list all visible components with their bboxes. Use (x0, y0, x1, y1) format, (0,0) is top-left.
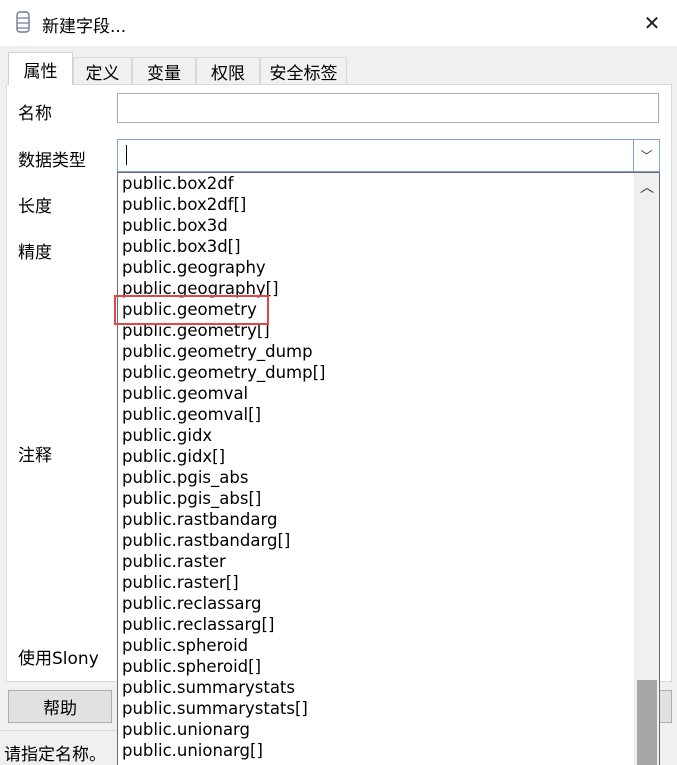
tab-privileges[interactable]: 权限 (196, 57, 260, 84)
list-item[interactable]: public.box2df[] (122, 194, 325, 215)
chevron-up-icon: ︿ (640, 180, 654, 196)
list-item[interactable]: public.gidx[] (122, 446, 325, 467)
tab-properties[interactable]: 属性 (8, 52, 73, 85)
list-item[interactable]: public.gidx (122, 425, 325, 446)
name-input[interactable] (117, 93, 659, 123)
list-item[interactable]: public.rastbandarg[] (122, 530, 325, 551)
list-item[interactable]: public.geomval (122, 383, 325, 404)
slony-label: 使用Slony (18, 649, 99, 669)
list-item[interactable]: public.raster[] (122, 572, 325, 593)
length-label: 长度 (18, 197, 52, 217)
highlight-box (114, 295, 269, 325)
list-item[interactable]: public.geometry_dump[] (122, 362, 325, 383)
tab-label: 变量 (147, 63, 181, 84)
list-item[interactable]: public.spheroid (122, 635, 325, 656)
list-item[interactable]: public.reclassarg (122, 593, 325, 614)
list-item[interactable]: public.spheroid[] (122, 656, 325, 677)
title-bar: 新建字段... ✕ (0, 0, 677, 46)
database-icon (16, 11, 30, 33)
list-item[interactable]: public.unionarg (122, 719, 325, 740)
chevron-down-icon: ﹀ (640, 149, 653, 163)
precision-label: 精度 (18, 243, 52, 263)
datatype-label: 数据类型 (18, 151, 86, 171)
comment-label: 注释 (18, 446, 52, 466)
tab-label: 定义 (85, 63, 120, 84)
tab-label: 属性 (23, 61, 58, 82)
dropdown-items: public.box2df public.box2df[] public.box3d… (122, 173, 325, 761)
tab-definition[interactable]: 定义 (73, 57, 132, 84)
tab-variables[interactable]: 变量 (132, 57, 196, 84)
list-item[interactable]: public.raster (122, 551, 325, 572)
status-divider (0, 730, 117, 731)
list-item[interactable]: public.summarystats (122, 677, 325, 698)
scrollbar[interactable]: ︿ (634, 173, 659, 765)
tab-label: 权限 (211, 63, 245, 84)
list-item[interactable]: public.rastbandarg (122, 509, 325, 530)
close-icon[interactable]: ✕ (644, 11, 661, 35)
list-item[interactable]: public.unionarg[] (122, 740, 325, 761)
list-item[interactable]: public.pgis_abs (122, 467, 325, 488)
list-item[interactable]: public.box2df (122, 173, 325, 194)
tab-label: 安全标签 (269, 63, 338, 84)
list-item[interactable]: public.geometry_dump (122, 341, 325, 362)
list-item[interactable]: public.geomval[] (122, 404, 325, 425)
list-item[interactable]: public.box3d[] (122, 236, 325, 257)
text-cursor (126, 145, 127, 165)
datatype-dropdown-list[interactable]: public.box2df public.box2df[] public.box3d… (117, 172, 660, 765)
name-label: 名称 (18, 104, 52, 124)
status-text: 请指定名称。 (4, 745, 106, 765)
list-item[interactable]: public.summarystats[] (122, 698, 325, 719)
list-item[interactable]: public.reclassarg[] (122, 614, 325, 635)
window-title: 新建字段... (42, 17, 127, 37)
close-button[interactable]: ✕ (632, 6, 672, 40)
datatype-combobox[interactable] (117, 139, 660, 172)
help-label: 帮助 (43, 699, 77, 719)
dropdown-button[interactable]: ﹀ (633, 140, 659, 171)
list-item[interactable]: public.box3d (122, 215, 325, 236)
ok-button[interactable] (660, 690, 672, 723)
list-item[interactable]: public.pgis_abs[] (122, 488, 325, 509)
scroll-up-button[interactable]: ︿ (635, 173, 659, 201)
help-button[interactable]: 帮助 (8, 690, 112, 723)
tab-security-labels[interactable]: 安全标签 (260, 57, 347, 84)
list-item[interactable]: public.geography (122, 257, 325, 278)
scroll-thumb[interactable] (637, 680, 657, 765)
